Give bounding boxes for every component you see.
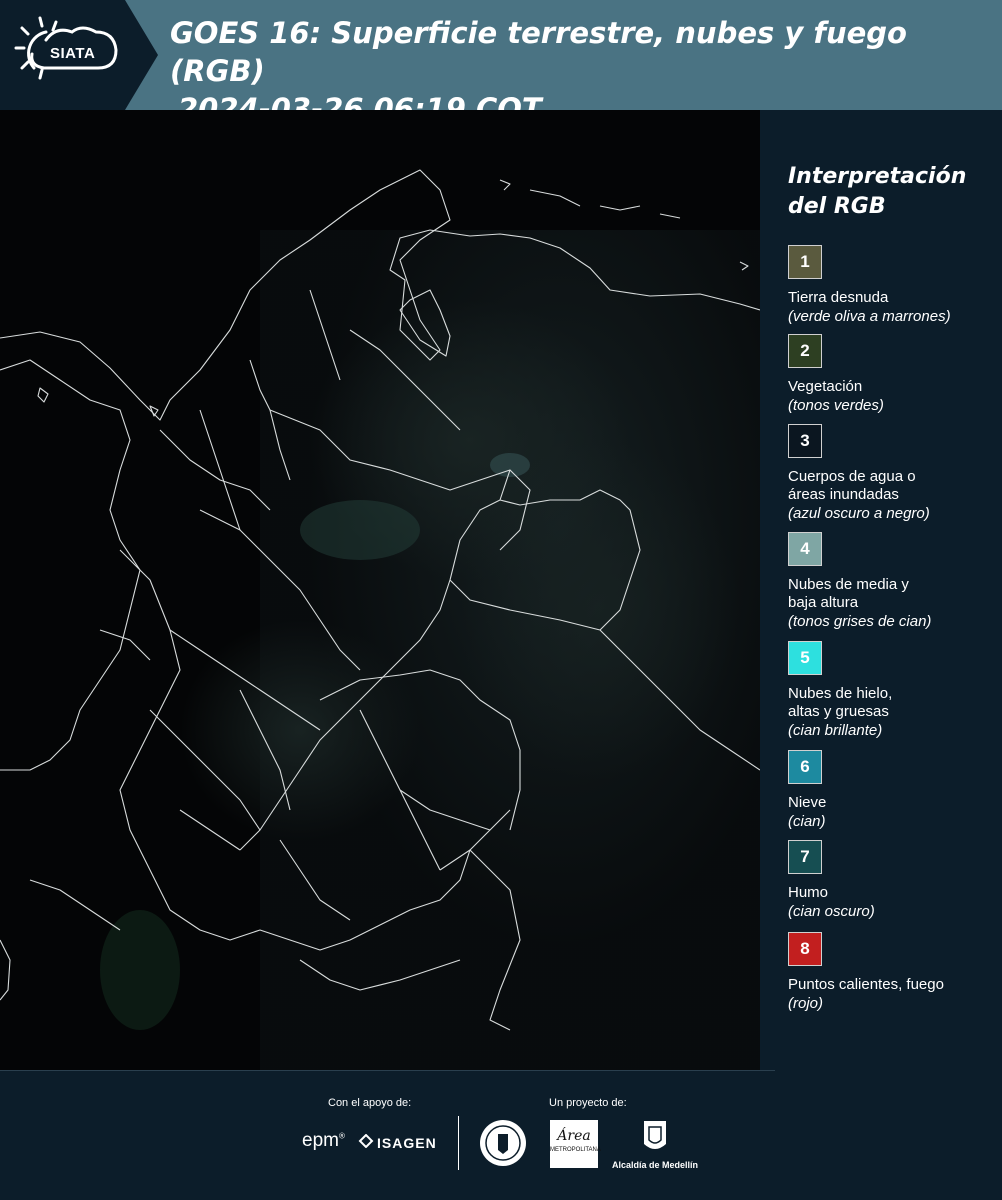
legend-note: (rojo) xyxy=(788,995,824,1012)
footer-divider xyxy=(0,1070,775,1071)
project-label: Un proyecto de: xyxy=(549,1097,627,1109)
title-line-1: GOES 16: Superficie terrestre, nubes y f… xyxy=(170,16,907,88)
legend-item-8: 8 Puntos calientes, fuego (rojo) xyxy=(788,932,998,1013)
legend-swatch: 5 xyxy=(788,641,822,675)
legend-note: (verde oliva a marrones) xyxy=(788,308,951,325)
legend-item-3: 3 Cuerpos de agua o áreas inundadas (azu… xyxy=(788,424,998,523)
legend-item-5: 5 Nubes de hielo, altas y gruesas (cian … xyxy=(788,641,998,740)
logo-text: SIATA xyxy=(50,45,96,62)
legend-note: (tonos verdes) xyxy=(788,397,884,414)
legend-label: Nubes de media y baja altura xyxy=(788,576,909,611)
legend-label: Nubes de hielo, altas y gruesas xyxy=(788,685,893,720)
legend-swatch: 1 xyxy=(788,245,822,279)
satellite-map[interactable] xyxy=(0,110,760,1070)
epm-text: epm xyxy=(302,1130,339,1151)
siata-logo[interactable]: SIATA xyxy=(0,0,158,110)
footer-separator xyxy=(458,1116,459,1170)
legend-note: (azul oscuro a negro) xyxy=(788,505,930,522)
legend-label: Tierra desnuda xyxy=(788,289,889,306)
isagen-text: ISAGEN xyxy=(377,1135,437,1151)
legend-item-6: 6 Nieve (cian) xyxy=(788,750,998,831)
epm-logo[interactable]: epm® xyxy=(302,1130,345,1152)
alcaldia-label: Alcaldía de Medellín xyxy=(612,1160,699,1170)
medellin-shield-icon[interactable] xyxy=(641,1118,669,1156)
support-label: Con el apoyo de: xyxy=(328,1097,412,1109)
header: SIATA GOES 16: Superficie terrestre, nub… xyxy=(0,0,1002,126)
legend-swatch: 7 xyxy=(788,840,822,874)
legend-label: Vegetación xyxy=(788,378,863,395)
legend-item-4: 4 Nubes de media y baja altura (tonos gr… xyxy=(788,532,998,631)
legend-title: Interpretación del RGB xyxy=(788,164,967,219)
legend-label: Cuerpos de agua o áreas inundadas xyxy=(788,468,916,503)
legend-panel: Interpretación del RGB 1 Tierra desnuda … xyxy=(760,110,1002,1070)
legend-note: (cian oscuro) xyxy=(788,903,875,920)
legend-note: (cian) xyxy=(788,813,826,830)
legend-label: Nieve xyxy=(788,794,827,811)
legend-swatch: 4 xyxy=(788,532,822,566)
legend-swatch: 6 xyxy=(788,750,822,784)
legend-swatch: 3 xyxy=(788,424,822,458)
legend-item-7: 7 Humo (cian oscuro) xyxy=(788,840,998,921)
seal-icon[interactable] xyxy=(478,1118,528,1168)
legend-note: (tonos grises de cian) xyxy=(788,613,932,630)
legend-swatch: 2 xyxy=(788,334,822,368)
footer: Con el apoyo de: Un proyecto de: epm® IS… xyxy=(0,1070,1002,1200)
area-metropolitana-logo[interactable]: Área METROPOLITANA xyxy=(550,1120,601,1168)
map-canvas xyxy=(0,110,760,1070)
isagen-icon xyxy=(358,1134,374,1148)
isagen-logo[interactable]: ISAGEN xyxy=(358,1134,437,1151)
metro-text: Área xyxy=(557,1128,591,1144)
legend-label: Humo xyxy=(788,884,829,901)
legend-item-1: 1 Tierra desnuda (verde oliva a marrones… xyxy=(788,245,998,326)
legend-label: Puntos calientes, fuego xyxy=(788,976,944,993)
legend-note: (cian brillante) xyxy=(788,722,883,739)
metro-small-text: METROPOLITANA xyxy=(550,1147,601,1153)
legend-swatch: 8 xyxy=(788,932,822,966)
legend-item-2: 2 Vegetación (tonos verdes) xyxy=(788,334,998,415)
